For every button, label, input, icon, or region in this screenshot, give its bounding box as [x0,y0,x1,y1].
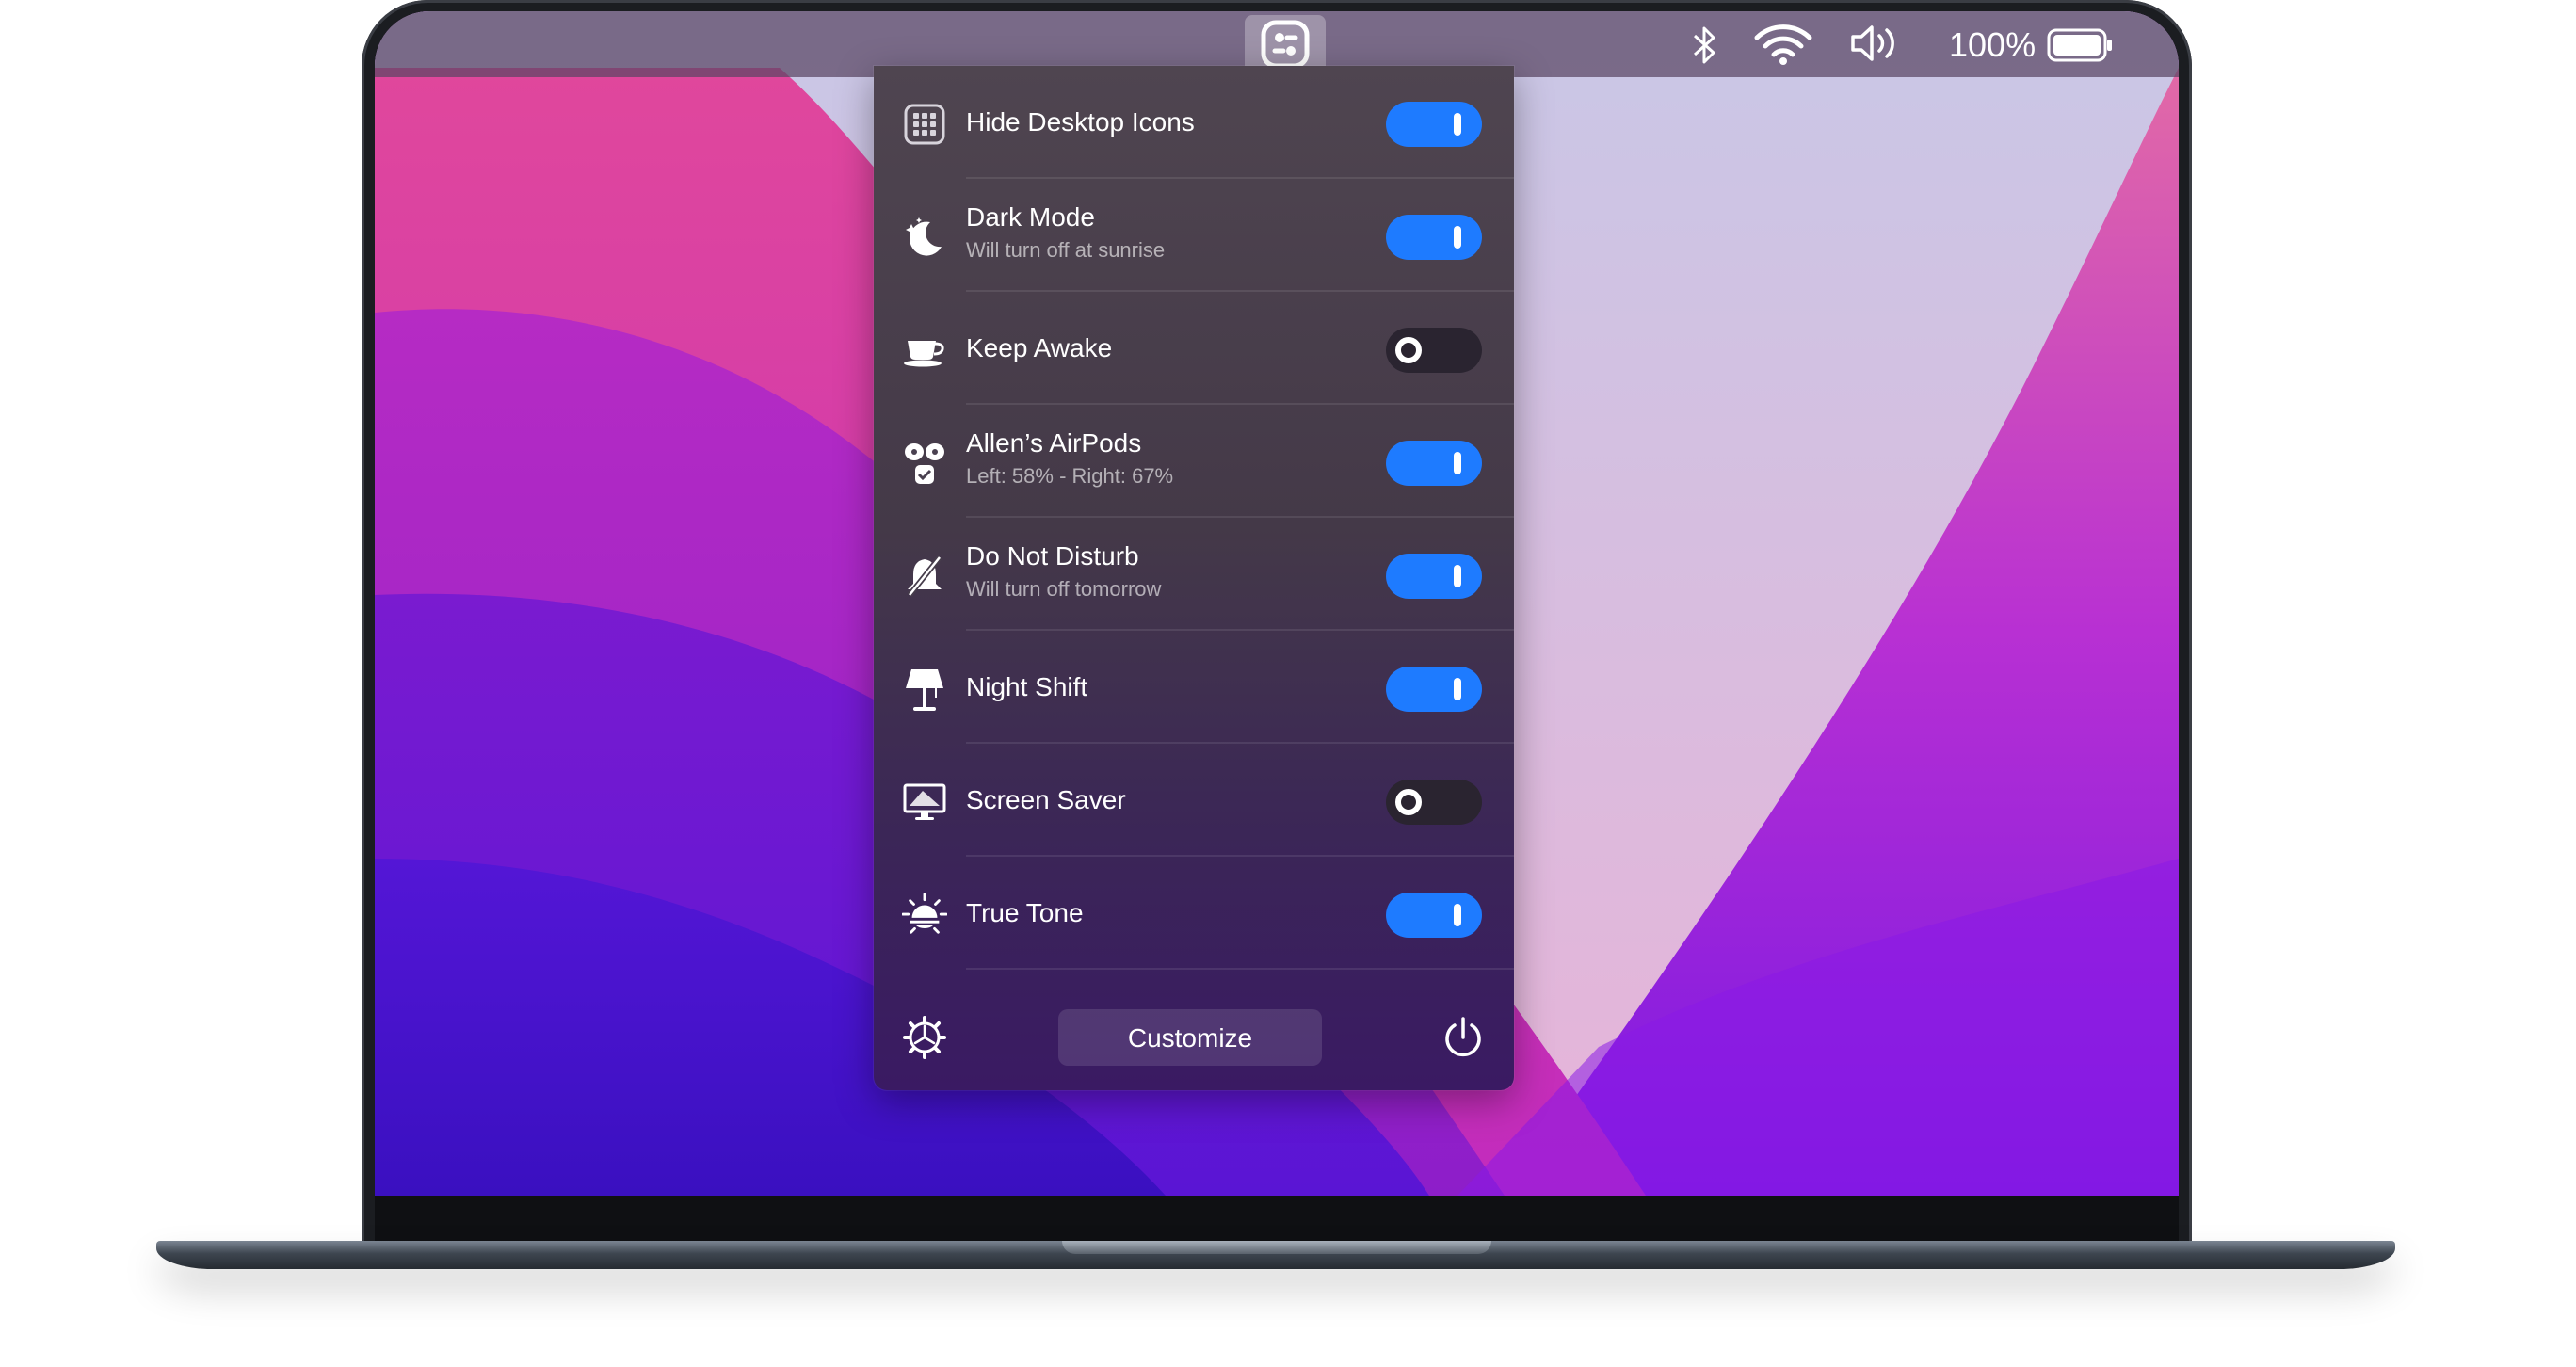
toggle-row-screen-saver[interactable]: Screen Saver [874,744,1514,857]
battery-icon[interactable] [2047,26,2115,69]
toggle-switch[interactable] [1386,667,1482,712]
battery-percent: 100% [1949,25,2037,64]
bell-slash-icon [902,554,947,599]
toggle-switch[interactable] [1386,780,1482,825]
toggle-row-night-shift[interactable]: Night Shift [874,631,1514,744]
customize-button[interactable]: Customize [1058,1009,1322,1066]
toggle-switch[interactable] [1386,102,1482,147]
bluetooth-icon[interactable] [1685,24,1723,71]
row-label: Night Shift [966,672,1088,701]
toggle-row-dark-mode[interactable]: Dark Mode Will turn off at sunrise [874,179,1514,292]
moon-icon [902,215,947,260]
toggle-switch[interactable] [1386,893,1482,938]
toggle-switch[interactable] [1386,441,1482,486]
airpods-icon [902,441,947,486]
toggle-row-do-not-disturb[interactable]: Do Not Disturb Will turn off tomorrow [874,518,1514,631]
row-label: Dark Mode [966,202,1095,232]
wifi-icon[interactable] [1753,23,1813,71]
panel-footer: Customize [874,979,1514,1090]
toggle-switch[interactable] [1386,328,1482,373]
coffee-cup-icon [902,328,947,373]
toggle-switch[interactable] [1386,554,1482,599]
monitor-icon [902,780,947,825]
laptop-notch [1062,1241,1491,1254]
toggle-row-airpods[interactable]: Allen’s AirPods Left: 58% - Right: 67% [874,405,1514,518]
toggle-row-true-tone[interactable]: True Tone [874,857,1514,970]
row-label: Allen’s AirPods [966,428,1142,458]
row-label: Keep Awake [966,333,1113,362]
lamp-icon [902,667,947,712]
row-sublabel: Will turn off at sunrise [966,238,1166,262]
grid-icon [902,102,947,147]
app-switch-icon[interactable] [1245,15,1326,73]
toggle-switch[interactable] [1386,215,1482,260]
quick-toggles-panel: Hide Desktop Icons Dark Mode Will turn o… [874,66,1514,1090]
row-label: Do Not Disturb [966,541,1139,571]
volume-icon[interactable] [1849,23,1906,69]
toggle-row-hide-desktop-icons[interactable]: Hide Desktop Icons [874,66,1514,179]
laptop-chin [375,1196,2179,1243]
sun-icon [902,893,947,938]
divider [966,968,1514,970]
row-label: Screen Saver [966,785,1126,814]
toggle-row-keep-awake[interactable]: Keep Awake [874,292,1514,405]
row-label: Hide Desktop Icons [966,107,1195,137]
row-label: True Tone [966,898,1084,927]
gear-icon[interactable] [902,1015,947,1060]
row-sublabel: Left: 58% - Right: 67% [966,464,1174,488]
row-sublabel: Will turn off tomorrow [966,577,1162,601]
power-icon[interactable] [1441,1015,1486,1060]
